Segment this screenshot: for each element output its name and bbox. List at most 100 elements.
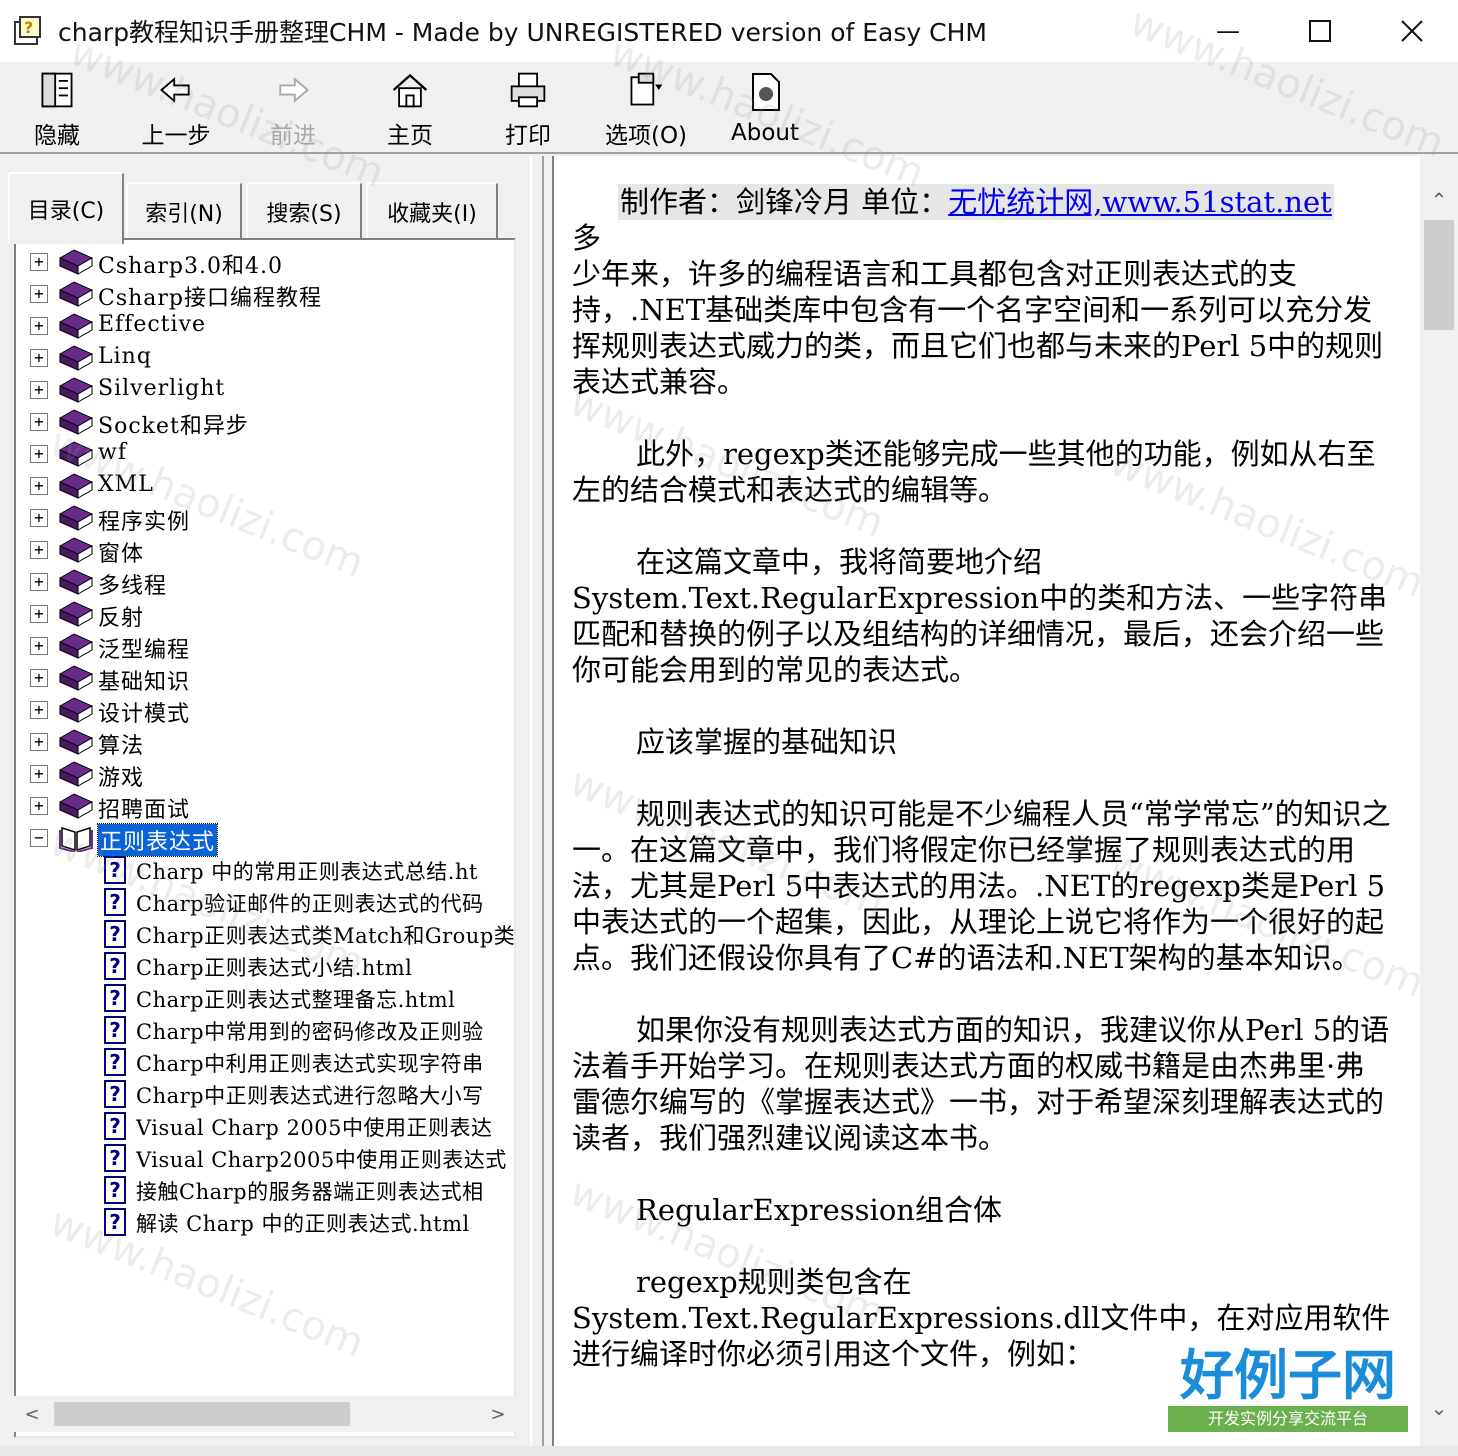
help-page-icon: ? [104,888,126,916]
book-icon [58,505,94,531]
book-label: 反射 [98,606,145,631]
expand-toggle[interactable]: + [30,413,48,431]
book-label: Effective [98,312,207,337]
book-label: 程序实例 [98,510,191,535]
topic-document: 制作者：剑锋冷月 单位：无忧统计网,www.51stat.net 多少年来，许多… [572,184,1392,1372]
author-line: 制作者：剑锋冷月 单位：无忧统计网,www.51stat.net [618,184,1334,220]
page-label: 解读 Charp 中的正则表达式.html [136,1212,470,1236]
pane-splitter[interactable] [530,156,552,1456]
expand-toggle[interactable]: + [30,605,48,623]
print-button[interactable]: 打印 [496,62,560,150]
about-icon [752,73,780,111]
expand-toggle[interactable]: + [30,733,48,751]
expand-toggle[interactable]: + [30,317,48,335]
page-label: Visual Charp2005中使用正则表达式 [136,1148,507,1172]
scrollbar-thumb[interactable] [54,1402,350,1426]
window-title: charp教程知识手册整理CHM - Made by UNREGISTERED … [58,18,987,47]
section-heading: 应该掌握的基础知识 [636,725,898,759]
tab-contents[interactable]: 目录(C) [8,172,124,244]
hide-button[interactable]: 隐藏 [26,62,88,150]
tab-search[interactable]: 搜索(S) [246,182,362,240]
book-icon [58,249,94,275]
help-page-icon: ? [104,1016,126,1044]
scroll-up-icon[interactable]: ⌃ [1420,180,1458,220]
expand-toggle[interactable]: + [30,637,48,655]
close-button[interactable] [1366,0,1458,62]
about-label: About [730,120,799,146]
paragraph: 在这篇文章中，我将简要地介绍System.Text.RegularExpress… [572,545,1388,687]
book-icon [58,665,94,691]
help-page-icon: ? [104,952,126,980]
minimize-button[interactable]: — [1182,0,1274,62]
expand-toggle[interactable]: + [30,285,48,303]
help-page-icon: ? [104,1208,126,1236]
expand-toggle[interactable]: + [30,253,48,271]
expand-toggle[interactable]: + [30,381,48,399]
book-icon [58,761,94,787]
nav-tabs: 目录(C) 索引(N) 搜索(S) 收藏夹(I) [0,166,530,246]
home-label: 主页 [387,123,433,149]
author-text: 制作者：剑锋冷月 单位： [620,185,949,219]
page-label: Charp正则表达式类Match和Group类 [136,924,516,948]
help-page-icon: ? [104,856,126,884]
paragraph: 如果你没有规则表达式方面的知识，我建议你从Perl 5的语法着手开始学习。在规则… [572,1013,1390,1155]
back-button[interactable]: 上一步 [136,62,216,150]
expand-toggle[interactable]: + [30,541,48,559]
book-icon [58,441,94,467]
collapse-toggle[interactable]: − [30,829,48,847]
help-page-icon: ? [104,1176,126,1204]
tab-index[interactable]: 索引(N) [126,182,242,240]
book-label: Socket和异步 [98,414,249,439]
toolbar: 隐藏 上一步 前进 主页 打印 选项(O) About [0,62,1458,154]
home-button[interactable]: 主页 [378,62,442,150]
book-icon [58,537,94,563]
help-page-icon: ? [104,1112,126,1140]
printer-icon [510,72,546,108]
forward-arrow-icon [279,77,309,103]
page-label: Charp 中的常用正则表达式总结.ht [136,860,478,884]
help-page-icon: ? [104,1048,126,1076]
expand-toggle[interactable]: + [30,669,48,687]
expand-toggle[interactable]: + [30,477,48,495]
expand-toggle[interactable]: + [30,573,48,591]
expand-toggle[interactable]: + [30,349,48,367]
content-vertical-scrollbar[interactable]: ⌃ ⌄ [1420,156,1458,1446]
options-label: 选项(O) [604,123,688,149]
scroll-down-icon[interactable]: ⌄ [1420,1388,1458,1428]
forward-button[interactable]: 前进 [258,62,328,150]
hide-label: 隐藏 [34,123,80,149]
book-label: 窗体 [98,542,145,567]
logo-title: 好例子网 [1180,1344,1396,1407]
contents-tree[interactable]: + Csharp3.0和4.0 + Csharp接口编程教程 + Effecti… [14,238,516,1438]
scroll-right-icon[interactable]: > [480,1396,516,1432]
page-label: Charp中正则表达式进行忽略大小写 [136,1084,484,1108]
close-icon [1401,20,1423,42]
options-button[interactable]: 选项(O) [598,62,694,150]
paragraph-text: 少年来，许多的编程语言和工具都包含对正则表达式的支持，.NET基础类库中包含有一… [572,257,1384,399]
expand-toggle[interactable]: + [30,765,48,783]
topic-content: 制作者：剑锋冷月 单位：无忧统计网,www.51stat.net 多少年来，许多… [552,156,1420,1446]
scroll-left-icon[interactable]: < [14,1396,50,1432]
book-label: 设计模式 [98,702,191,727]
page-label: 接触Charp的服务器端正则表达式相 [136,1180,484,1204]
svg-text:?: ? [24,18,33,37]
expand-toggle[interactable]: + [30,445,48,463]
book-label: Csharp接口编程教程 [98,286,323,311]
hide-pane-icon [41,72,73,108]
page-label: Charp正则表达式整理备忘.html [136,988,456,1012]
expand-toggle[interactable]: + [30,797,48,815]
about-button[interactable]: About [724,62,806,150]
expand-toggle[interactable]: + [30,701,48,719]
expand-toggle[interactable]: + [30,509,48,527]
book-label: Silverlight [98,376,226,401]
book-label: 多线程 [98,574,168,599]
book-icon [58,793,94,819]
maximize-button[interactable] [1274,0,1366,62]
help-page-icon: ? [104,984,126,1012]
scrollbar-thumb[interactable] [1424,220,1454,330]
tab-favorites[interactable]: 收藏夹(I) [366,182,498,240]
site-logo: 好例子网 开发实例分享交流平台 [1168,1346,1408,1446]
book-label: 游戏 [98,766,145,791]
tree-horizontal-scrollbar[interactable]: < > [14,1396,516,1432]
author-link[interactable]: 无忧统计网,www.51stat.net [948,185,1332,219]
